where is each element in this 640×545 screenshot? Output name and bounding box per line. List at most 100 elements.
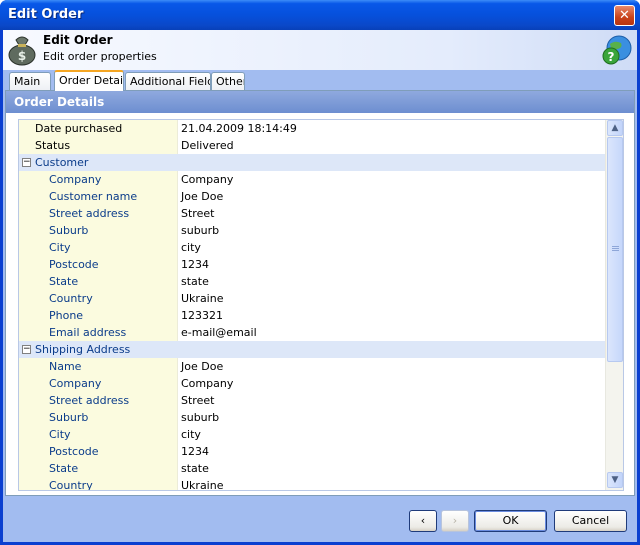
row-margin: [19, 307, 33, 324]
tab-additional-fields[interactable]: Additional Fields: [125, 72, 211, 90]
property-row[interactable]: Status Delivered: [19, 137, 605, 154]
property-value[interactable]: Street: [177, 392, 605, 409]
close-icon: ✕: [619, 8, 630, 23]
property-row[interactable]: Date purchased 21.04.2009 18:14:49: [19, 120, 605, 137]
money-bag-icon: $: [8, 36, 36, 66]
property-name: Name: [33, 358, 177, 375]
row-margin: [19, 409, 33, 426]
row-margin: [19, 188, 33, 205]
svg-text:$: $: [18, 49, 26, 63]
property-row[interactable]: City city: [19, 426, 605, 443]
property-row[interactable]: Country Ukraine: [19, 290, 605, 307]
property-name: Phone: [33, 307, 177, 324]
row-margin: [19, 239, 33, 256]
property-grid-rows: Date purchased 21.04.2009 18:14:49 Statu…: [19, 120, 605, 490]
category-shipping-address[interactable]: − Shipping Address: [19, 341, 605, 358]
vertical-scrollbar[interactable]: ▲ ▼: [605, 120, 623, 490]
collapse-icon[interactable]: −: [22, 345, 31, 354]
cancel-button[interactable]: Cancel: [554, 510, 627, 532]
property-name: Suburb: [33, 222, 177, 239]
property-row[interactable]: Phone 123321: [19, 307, 605, 324]
cancel-button-label: Cancel: [571, 514, 610, 527]
category-label: Shipping Address: [35, 343, 131, 356]
property-value[interactable]: city: [177, 239, 605, 256]
property-name: City: [33, 239, 177, 256]
row-margin: [19, 426, 33, 443]
property-value[interactable]: Ukraine: [177, 477, 605, 490]
property-name: Email address: [33, 324, 177, 341]
property-value[interactable]: suburb: [177, 409, 605, 426]
arrow-up-icon: ▲: [611, 123, 619, 133]
tab-main[interactable]: Main: [9, 72, 51, 90]
property-row[interactable]: Customer name Joe Doe: [19, 188, 605, 205]
property-value[interactable]: 123321: [177, 307, 605, 324]
property-row[interactable]: Company Company: [19, 171, 605, 188]
header-subtitle: Edit order properties: [43, 50, 157, 63]
property-row[interactable]: State state: [19, 273, 605, 290]
property-value[interactable]: state: [177, 273, 605, 290]
help-globe-icon[interactable]: ?: [601, 34, 633, 66]
dialog-header: $ Edit Order Edit order properties ?: [3, 30, 637, 70]
property-row[interactable]: Email address e-mail@email: [19, 324, 605, 341]
row-margin: [19, 290, 33, 307]
property-value[interactable]: Delivered: [177, 137, 605, 154]
property-row[interactable]: Suburb suburb: [19, 222, 605, 239]
property-name: Country: [33, 477, 177, 490]
arrow-down-icon: ▼: [611, 475, 619, 485]
property-name: State: [33, 273, 177, 290]
property-name: Street address: [33, 205, 177, 222]
next-button[interactable]: ›: [441, 510, 469, 532]
property-row[interactable]: Postcode 1234: [19, 256, 605, 273]
property-value[interactable]: Joe Doe: [177, 188, 605, 205]
tab-additional-fields-label: Additional Fields: [130, 75, 211, 88]
property-row[interactable]: Company Company: [19, 375, 605, 392]
order-details-panel: Order Details Date purchased 21.04.2009 …: [5, 90, 635, 496]
property-value[interactable]: Joe Doe: [177, 358, 605, 375]
property-name: Country: [33, 290, 177, 307]
property-value[interactable]: Company: [177, 375, 605, 392]
property-row[interactable]: Country Ukraine: [19, 477, 605, 490]
category-customer[interactable]: − Customer: [19, 154, 605, 171]
title-bar[interactable]: Edit Order ✕: [0, 0, 640, 30]
property-row[interactable]: City city: [19, 239, 605, 256]
chevron-left-icon: ‹: [420, 514, 426, 527]
property-value[interactable]: e-mail@email: [177, 324, 605, 341]
row-margin: [19, 171, 33, 188]
property-row[interactable]: Postcode 1234: [19, 443, 605, 460]
previous-button[interactable]: ‹: [409, 510, 437, 532]
property-value[interactable]: 1234: [177, 443, 605, 460]
property-name: Postcode: [33, 443, 177, 460]
row-margin: [19, 392, 33, 409]
tab-strip: Main Order Details Additional Fields Oth…: [3, 70, 637, 91]
property-name: Street address: [33, 392, 177, 409]
collapse-icon[interactable]: −: [22, 158, 31, 167]
row-margin: [19, 375, 33, 392]
tab-order-details-label: Order Details: [59, 74, 124, 87]
scroll-thumb[interactable]: [607, 137, 623, 362]
close-button[interactable]: ✕: [614, 5, 635, 26]
property-row[interactable]: Street address Street: [19, 392, 605, 409]
property-value[interactable]: Street: [177, 205, 605, 222]
scroll-down-button[interactable]: ▼: [607, 472, 623, 488]
window-title: Edit Order: [8, 7, 84, 22]
ok-button-label: OK: [502, 514, 519, 527]
row-margin: [19, 137, 33, 154]
category-label: Customer: [35, 156, 89, 169]
property-value[interactable]: 21.04.2009 18:14:49: [177, 120, 605, 137]
row-margin: [19, 477, 33, 490]
ok-button[interactable]: OK: [474, 510, 547, 532]
property-value[interactable]: state: [177, 460, 605, 477]
property-value[interactable]: 1234: [177, 256, 605, 273]
property-value[interactable]: suburb: [177, 222, 605, 239]
property-value[interactable]: Ukraine: [177, 290, 605, 307]
tab-other[interactable]: Other: [211, 72, 245, 90]
edit-order-window: Edit Order ✕ $ Edit Order Edit order pro…: [0, 0, 640, 545]
tab-order-details[interactable]: Order Details: [54, 70, 124, 91]
property-row[interactable]: Suburb suburb: [19, 409, 605, 426]
scroll-up-button[interactable]: ▲: [607, 120, 623, 136]
property-value[interactable]: Company: [177, 171, 605, 188]
property-row[interactable]: Street address Street: [19, 205, 605, 222]
property-value[interactable]: city: [177, 426, 605, 443]
property-row[interactable]: Name Joe Doe: [19, 358, 605, 375]
property-row[interactable]: State state: [19, 460, 605, 477]
